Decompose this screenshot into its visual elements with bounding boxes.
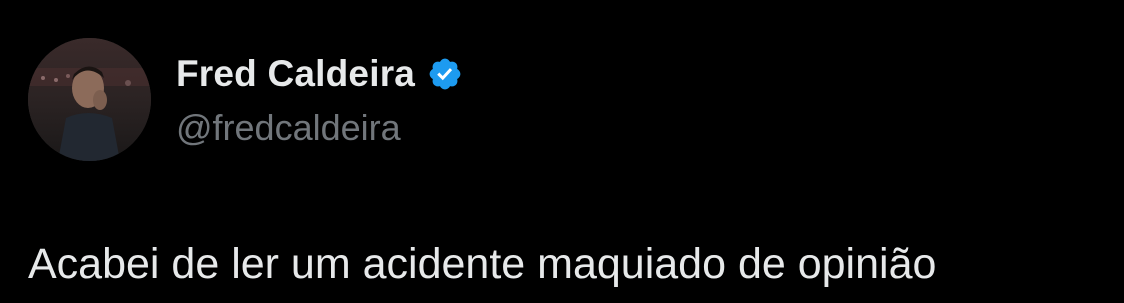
display-name[interactable]: Fred Caldeira <box>176 50 415 98</box>
name-row: Fred Caldeira <box>176 50 463 98</box>
tweet: Fred Caldeira @fredcaldeira Acabei de le… <box>0 0 1124 303</box>
avatar-image <box>28 38 151 161</box>
user-handle[interactable]: @fredcaldeira <box>176 106 463 150</box>
author-info: Fred Caldeira @fredcaldeira <box>176 50 463 150</box>
tweet-text: Acabei de ler um acidente maquiado de op… <box>28 240 937 288</box>
verified-badge-icon[interactable] <box>427 56 463 92</box>
avatar[interactable] <box>28 38 151 161</box>
